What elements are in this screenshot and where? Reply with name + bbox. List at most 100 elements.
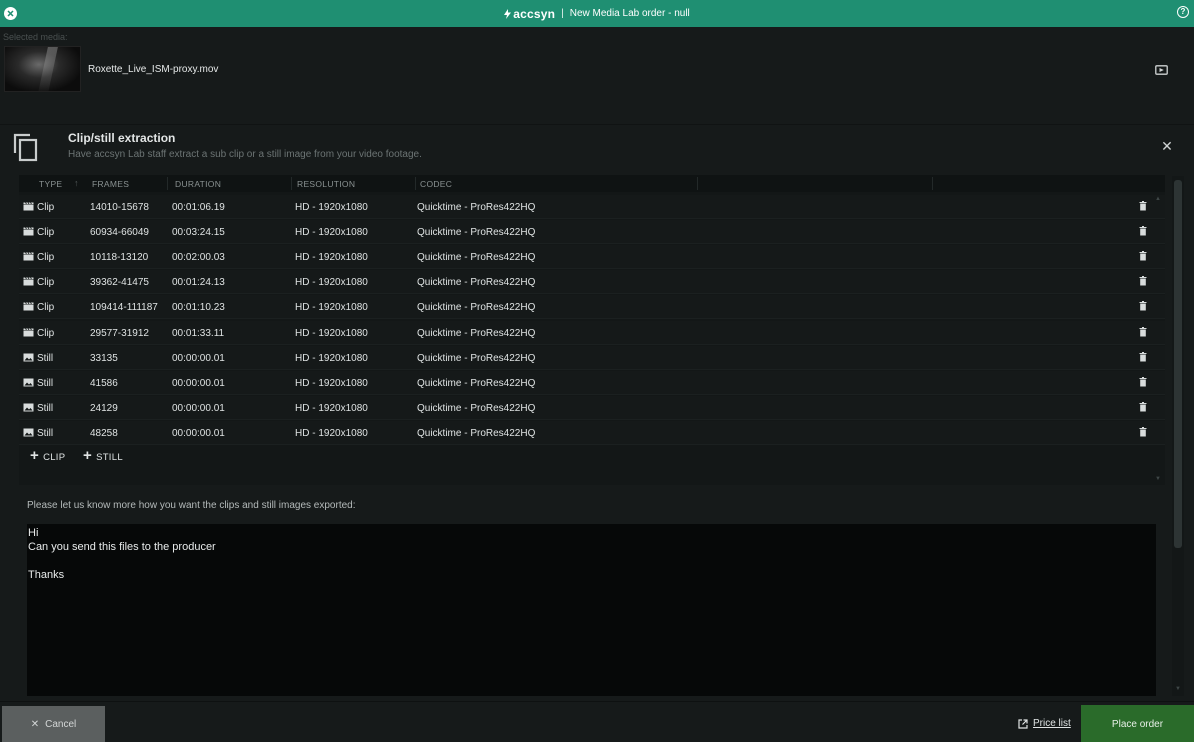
col-codec-header[interactable]: CODEC <box>420 179 452 189</box>
table-row[interactable]: Clip 39362-41475 00:01:24.13 HD - 1920x1080… <box>19 270 1165 295</box>
window-close-button[interactable] <box>4 7 17 20</box>
cell-type: Clip <box>37 277 55 289</box>
cancel-button[interactable]: ✕ Cancel <box>2 706 105 742</box>
clapper-icon <box>23 302 34 311</box>
main-scrollbar[interactable]: ▼ <box>1172 176 1184 696</box>
cell-type: Clip <box>37 202 55 213</box>
title-bar: accsyn | New Media Lab order - null ? <box>0 0 1194 27</box>
cell-resolution: HD - 1920x1080 <box>295 277 368 289</box>
col-frames-header[interactable]: FRAMES <box>92 179 129 189</box>
title-separator: | <box>561 8 564 19</box>
cell-codec: Quicktime - ProRes422HQ <box>417 252 536 264</box>
trash-icon[interactable] <box>1139 251 1147 261</box>
cell-resolution: HD - 1920x1080 <box>295 327 368 339</box>
notes-line: Thanks <box>28 569 65 581</box>
column-divider <box>167 177 168 190</box>
notes-textarea[interactable]: Hi Can you send this files to the produc… <box>27 524 1156 696</box>
cell-resolution: HD - 1920x1080 <box>295 377 368 389</box>
add-still-button[interactable]: + STILL <box>83 447 123 464</box>
cell-codec: Quicktime - ProRes422HQ <box>417 427 536 439</box>
cell-frames: 10118-13120 <box>90 252 149 264</box>
extraction-table: TYPE ↑ FRAMES DURATION RESOLUTION CODEC … <box>19 175 1165 485</box>
selected-media-label: Selected media: <box>3 32 68 42</box>
section-close-button[interactable]: ✕ <box>1161 139 1173 153</box>
col-type-header[interactable]: TYPE <box>39 179 62 189</box>
trash-icon[interactable] <box>1139 201 1147 211</box>
add-still-label: STILL <box>96 451 123 463</box>
scroll-down-icon[interactable]: ▼ <box>1175 686 1181 692</box>
close-icon: ✕ <box>30 718 40 730</box>
help-button[interactable]: ? <box>1177 6 1189 18</box>
cell-resolution: HD - 1920x1080 <box>295 352 368 364</box>
scroll-down-icon[interactable]: ▼ <box>1155 476 1161 482</box>
clapper-icon <box>23 327 34 336</box>
col-resolution-header[interactable]: RESOLUTION <box>297 179 355 189</box>
cell-duration: 00:01:06.19 <box>172 202 225 213</box>
table-scrollbar[interactable]: ▲ ▼ <box>1155 196 1161 484</box>
cell-codec: Quicktime - ProRes422HQ <box>417 327 536 339</box>
col-duration-header[interactable]: DURATION <box>175 179 221 189</box>
cell-frames: 14010-15678 <box>90 202 149 213</box>
price-list-label: Price list <box>1033 718 1071 729</box>
trash-icon[interactable] <box>1139 301 1147 311</box>
media-filename: Roxette_Live_ISM-proxy.mov <box>88 64 219 75</box>
trash-icon[interactable] <box>1139 376 1147 387</box>
table-row[interactable]: Clip 10118-13120 00:02:00.03 HD - 1920x1080… <box>19 245 1165 270</box>
clapper-icon <box>23 227 34 236</box>
scrollbar-thumb[interactable] <box>1174 180 1182 548</box>
cell-resolution: HD - 1920x1080 <box>295 427 368 439</box>
window-title: accsyn | New Media Lab order - null <box>504 7 690 21</box>
cell-duration: 00:00:00.01 <box>172 427 225 439</box>
cell-duration: 00:01:10.23 <box>172 302 225 314</box>
cell-frames: 60934-66049 <box>90 227 149 239</box>
window-title-text: New Media Lab order - null <box>569 8 690 19</box>
column-divider <box>932 177 933 190</box>
cell-resolution: HD - 1920x1080 <box>295 227 368 239</box>
cell-frames: 39362-41475 <box>90 277 149 289</box>
trash-icon[interactable] <box>1139 426 1147 437</box>
scroll-up-icon[interactable]: ▲ <box>1155 196 1161 202</box>
table-row[interactable]: Clip 109414-111187 00:01:10.23 HD - 1920x10… <box>19 295 1165 320</box>
cell-duration: 00:01:24.13 <box>172 277 225 289</box>
cell-frames: 41586 <box>90 377 118 389</box>
table-row[interactable]: Clip 29577-31912 00:01:33.11 HD - 1920x1080… <box>19 320 1165 345</box>
copy-icon <box>13 133 38 162</box>
column-divider <box>697 177 698 190</box>
cell-codec: Quicktime - ProRes422HQ <box>417 352 536 364</box>
image-icon <box>23 428 34 437</box>
trash-icon[interactable] <box>1139 226 1147 236</box>
clapper-icon <box>23 252 34 261</box>
trash-icon[interactable] <box>1139 401 1147 412</box>
thumbnail-light-beam <box>38 47 58 91</box>
camera-icon[interactable] <box>1155 64 1168 75</box>
trash-icon[interactable] <box>1139 326 1147 337</box>
sort-arrow-icon[interactable]: ↑ <box>74 178 79 188</box>
column-divider <box>291 177 292 190</box>
table-row[interactable]: Clip 60934-66049 00:03:24.15 HD - 1920x1080… <box>19 220 1165 245</box>
cancel-label: Cancel <box>45 718 77 730</box>
accsyn-logo: accsyn <box>504 7 555 21</box>
cell-duration: 00:00:00.01 <box>172 352 225 364</box>
table-row[interactable]: Still 24129 00:00:00.01 HD - 1920x1080 Quick… <box>19 395 1165 420</box>
place-order-button[interactable]: Place order <box>1081 705 1194 742</box>
table-row[interactable]: Still 41586 00:00:00.01 HD - 1920x1080 Quick… <box>19 370 1165 395</box>
notes-line <box>28 554 1155 568</box>
section-subtitle: Have accsyn Lab staff extract a sub clip… <box>68 149 422 160</box>
add-clip-button[interactable]: + CLIP <box>30 448 66 463</box>
trash-icon[interactable] <box>1139 276 1147 286</box>
table-row[interactable]: Still 33135 00:00:00.01 HD - 1920x1080 Quick… <box>19 345 1165 370</box>
plus-icon: + <box>83 447 93 464</box>
close-icon <box>7 10 14 17</box>
add-clip-label: CLIP <box>43 451 66 463</box>
cell-codec: Quicktime - ProRes422HQ <box>417 202 536 213</box>
cell-frames: 24129 <box>90 402 118 414</box>
footer-bar: ✕ Cancel Price list Place order <box>0 701 1194 742</box>
clapper-icon <box>23 202 34 211</box>
notes-line: Hi <box>28 527 39 539</box>
table-row[interactable]: Clip 14010-15678 00:01:06.19 HD - 1920x1080… <box>19 195 1165 219</box>
cell-duration: 00:00:00.01 <box>172 377 225 389</box>
table-row[interactable]: Still 48258 00:00:00.01 HD - 1920x1080 Quick… <box>19 420 1165 445</box>
trash-icon[interactable] <box>1139 351 1147 362</box>
cell-type: Still <box>37 402 54 414</box>
price-list-link[interactable]: Price list <box>1018 718 1071 729</box>
